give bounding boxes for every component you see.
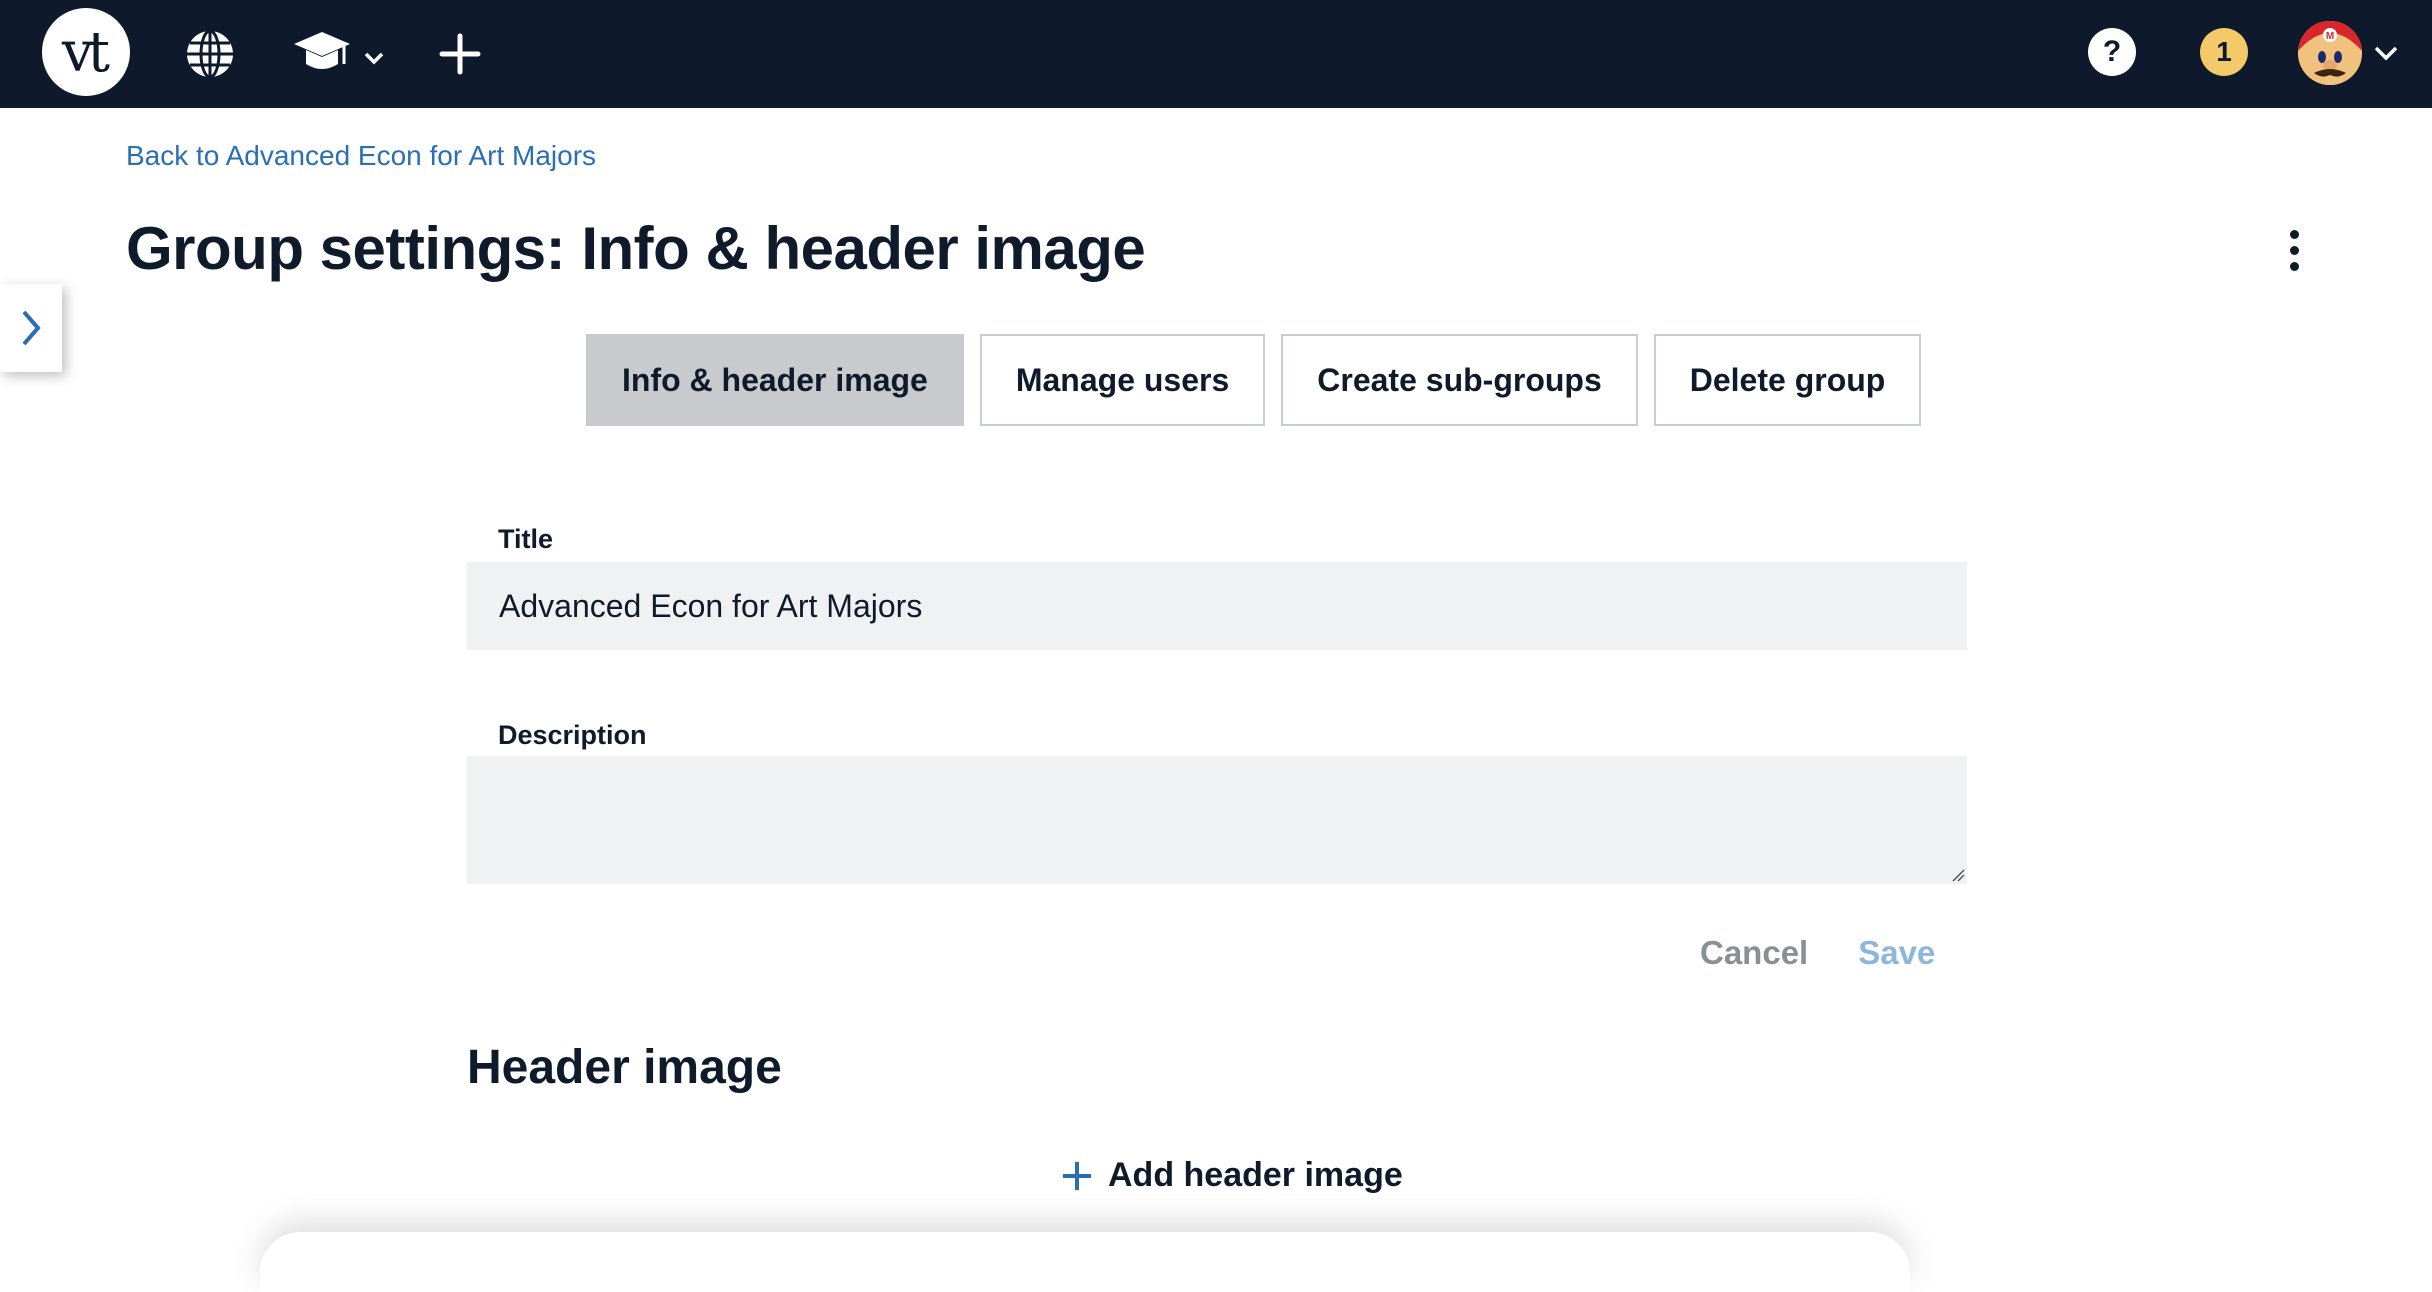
avatar: M <box>2298 21 2362 85</box>
more-options-icon[interactable] <box>2278 226 2310 274</box>
notification-badge[interactable]: 1 <box>2200 28 2248 76</box>
globe-icon[interactable] <box>182 26 238 82</box>
back-link[interactable]: Back to Advanced Econ for Art Majors <box>126 140 596 172</box>
header-image-heading: Header image <box>467 1041 782 1094</box>
form-actions: Cancel Save <box>1700 934 1935 972</box>
chevron-right-icon <box>22 310 41 346</box>
tab-manage-users[interactable]: Manage users <box>979 334 1266 426</box>
user-menu[interactable]: M <box>2298 20 2402 86</box>
chevron-down-icon <box>2374 46 2398 61</box>
description-label: Description <box>498 720 647 750</box>
tab-delete-group[interactable]: Delete group <box>1653 334 1922 426</box>
header-image-dropzone <box>260 1232 1910 1292</box>
settings-tabs: Info & header image Manage users Create … <box>586 334 1922 426</box>
save-button[interactable]: Save <box>1858 934 1935 972</box>
page-title: Group settings: Info & header image <box>126 215 1146 282</box>
cancel-button[interactable]: Cancel <box>1700 934 1808 972</box>
help-button[interactable]: ? <box>2088 28 2136 76</box>
description-textarea[interactable] <box>467 756 1967 884</box>
plus-icon[interactable] <box>432 26 488 82</box>
sidebar-toggle[interactable] <box>0 284 62 372</box>
title-label: Title <box>498 524 554 554</box>
plus-icon <box>1063 1161 1091 1190</box>
title-input[interactable]: Advanced Econ for Art Majors <box>467 562 1967 650</box>
top-navigation-bar: vt ? 1 M <box>0 0 2432 108</box>
add-header-image-button[interactable]: Add header image <box>1060 1156 1403 1195</box>
add-header-image-label: Add header image <box>1108 1156 1403 1194</box>
home-logo[interactable]: vt <box>42 8 130 96</box>
graduation-cap-icon[interactable] <box>292 24 392 84</box>
tab-create-sub-groups[interactable]: Create sub-groups <box>1281 334 1638 426</box>
tab-info-header-image[interactable]: Info & header image <box>586 334 964 426</box>
svg-text:M: M <box>2326 31 2334 42</box>
chevron-down-icon <box>364 52 384 65</box>
resize-handle-icon[interactable] <box>1951 868 1965 882</box>
